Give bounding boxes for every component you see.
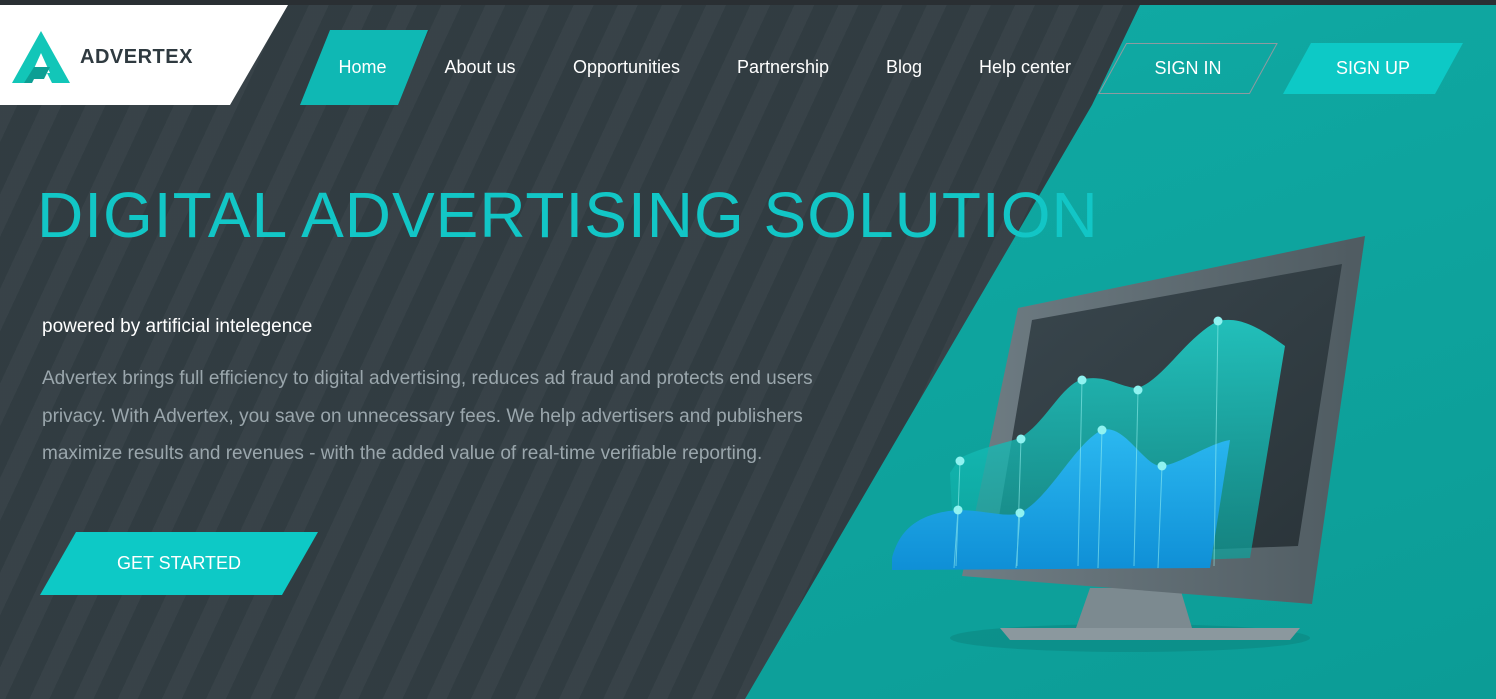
nav-home[interactable]: Home — [300, 30, 425, 105]
sign-up-button[interactable]: SIGN UP — [1283, 43, 1463, 94]
get-started-button[interactable]: GET STARTED — [40, 532, 318, 595]
nav-about-us[interactable]: About us — [430, 30, 530, 105]
hero-subtitle: powered by artificial intelegence — [42, 316, 313, 337]
nav-opportunities[interactable]: Opportunities — [560, 30, 693, 105]
monitor-chart-icon — [892, 236, 1365, 652]
sign-up-label: SIGN UP — [1335, 58, 1410, 78]
brand-name: ADVERTEX — [80, 46, 193, 68]
nav-blog[interactable]: Blog — [872, 30, 936, 105]
sign-in-button[interactable]: SIGN IN — [1098, 43, 1278, 94]
logo-icon — [12, 31, 70, 83]
sign-in-label: SIGN IN — [1154, 58, 1222, 78]
nav-help-center[interactable]: Help center — [968, 30, 1082, 105]
hero-description: Advertex brings full efficiency to digit… — [42, 368, 813, 464]
get-started-label: GET STARTED — [116, 553, 242, 573]
nav-partnership[interactable]: Partnership — [725, 30, 841, 105]
